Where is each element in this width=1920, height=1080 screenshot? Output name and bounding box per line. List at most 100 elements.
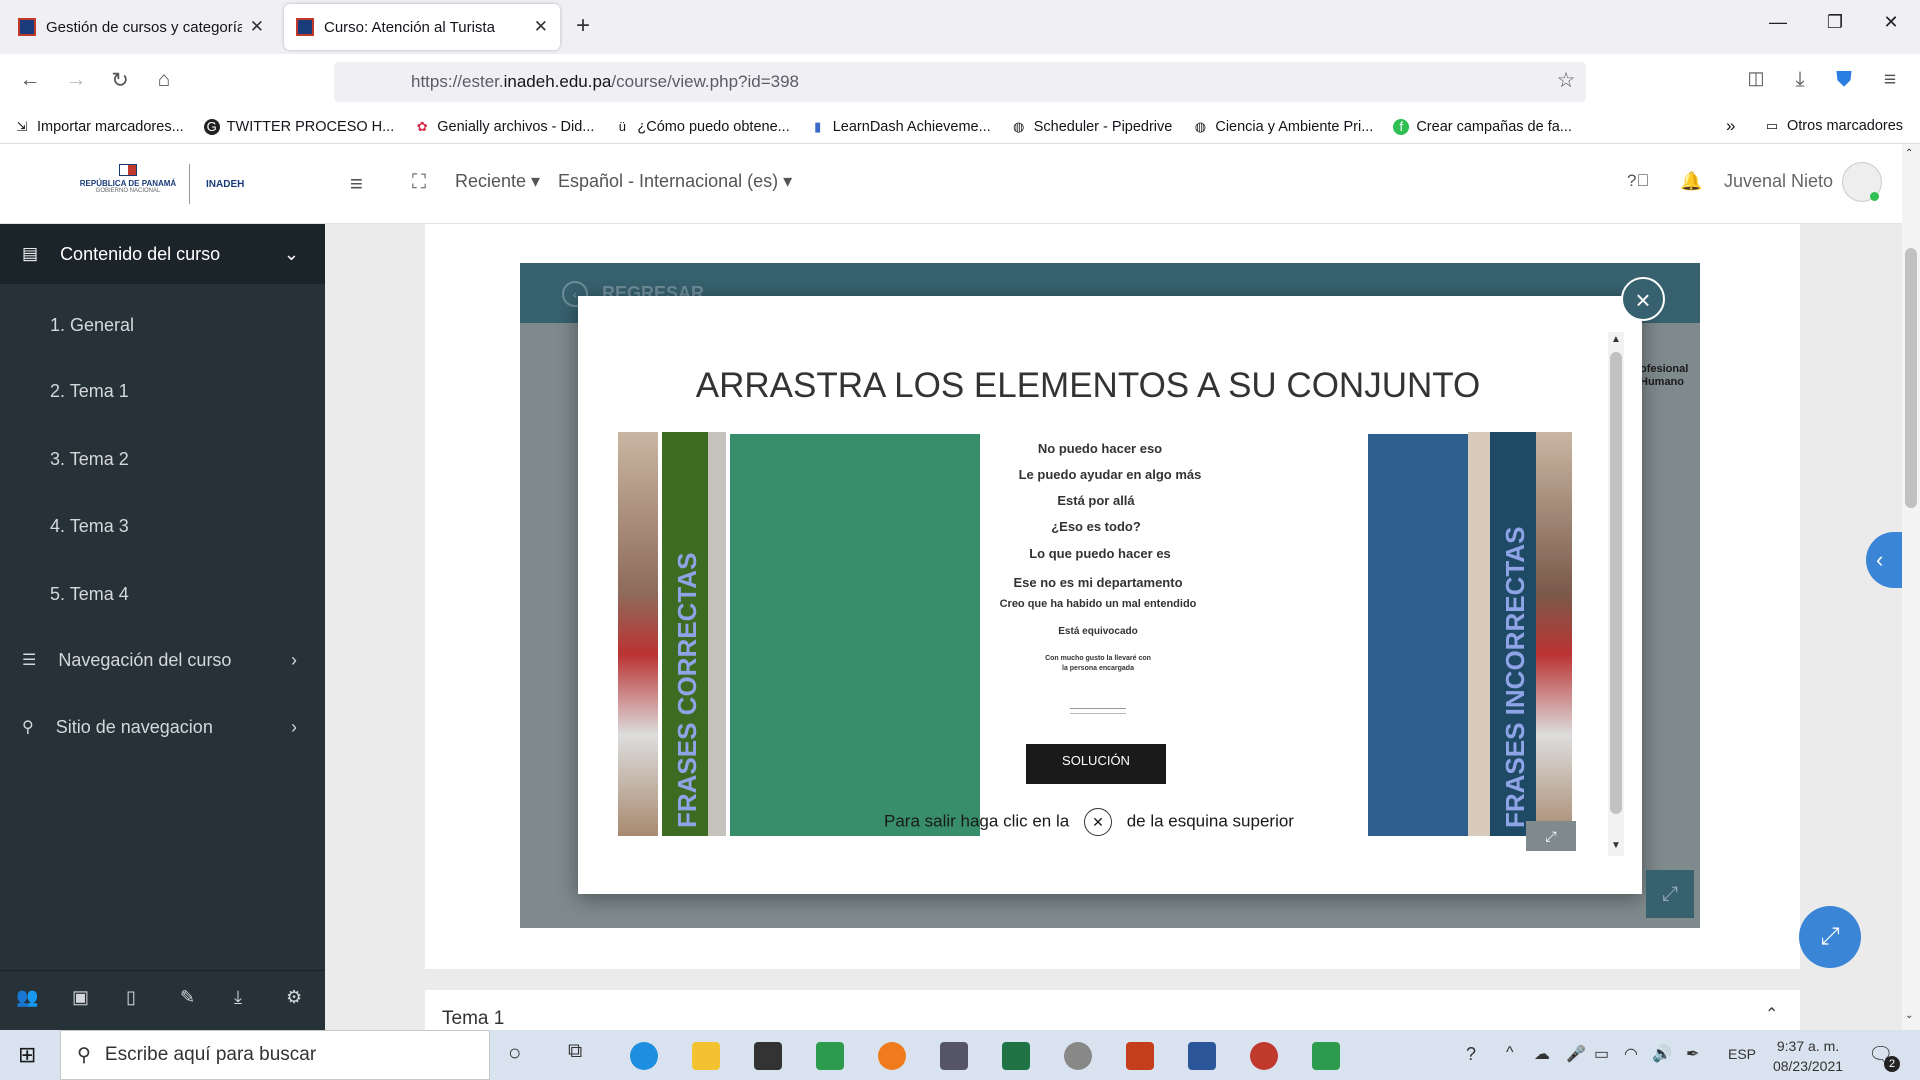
close-tab-icon[interactable]: ✕	[250, 17, 264, 37]
taskbar-search[interactable]: ⚲ Escribe aquí para buscar	[60, 1030, 490, 1080]
edge-icon[interactable]	[630, 1042, 658, 1070]
tab-curso-atencion[interactable]: Curso: Atención al Turista ✕	[284, 4, 560, 50]
reload-icon[interactable]: ↻	[106, 68, 134, 93]
draggable-phrase[interactable]: No puedo hacer eso	[1000, 441, 1200, 456]
sidebar-item-tema4[interactable]: 5. Tema 4	[0, 564, 325, 624]
minimize-icon[interactable]: —	[1763, 12, 1793, 33]
language-indicator[interactable]: ESP	[1728, 1046, 1756, 1062]
url-text[interactable]: https://ester.inadeh.edu.pa/course/view.…	[411, 72, 799, 92]
pen-icon[interactable]: ✒	[1686, 1044, 1699, 1064]
pocket-icon[interactable]: ◫	[1742, 68, 1770, 89]
expand-floating-button[interactable]: ⤢	[1799, 906, 1861, 968]
back-icon[interactable]: ←	[16, 68, 44, 92]
chevron-up-icon[interactable]: ^	[1506, 1044, 1514, 1062]
firefox-icon[interactable]	[878, 1042, 906, 1070]
more-bookmarks-icon[interactable]: »	[1726, 116, 1735, 136]
new-tab-icon[interactable]: +	[576, 12, 590, 40]
modal-scrollbar[interactable]: ▲ ▼	[1608, 332, 1624, 856]
scroll-thumb[interactable]	[1905, 248, 1917, 508]
home-icon[interactable]: ⌂	[150, 68, 178, 92]
pdf-icon[interactable]	[1126, 1042, 1154, 1070]
course-content-toggle[interactable]: ▤ Contenido del curso ⌄	[0, 224, 325, 284]
users-icon[interactable]: 👥	[16, 987, 38, 1008]
help-icon[interactable]: ?	[1466, 1044, 1476, 1065]
recorder-icon[interactable]	[1250, 1042, 1278, 1070]
cortana-icon[interactable]: ○	[508, 1040, 521, 1066]
recent-dropdown[interactable]: Reciente ▾	[455, 171, 540, 192]
bookmark-item[interactable]: G TWITTER PROCESO H...	[203, 118, 394, 135]
fullscreen-icon[interactable]: ⤢	[1646, 870, 1694, 918]
star-icon[interactable]: ☆	[1552, 68, 1580, 93]
panama-logo[interactable]: REPÚBLICA DE PANAMÁ GOBIERNO NACIONAL	[78, 164, 178, 204]
restore-icon[interactable]: ❐	[1820, 12, 1850, 33]
bookmark-item[interactable]: f Crear campañas de fa...	[1393, 118, 1572, 135]
hamburger-icon[interactable]: ≡	[350, 171, 363, 197]
microphone-icon[interactable]: 🎤	[1566, 1044, 1586, 1064]
store-icon[interactable]	[754, 1042, 782, 1070]
app-icon[interactable]	[940, 1042, 968, 1070]
scroll-down-icon[interactable]: ⌄	[1905, 1010, 1913, 1021]
tiny-phrase[interactable]	[1070, 708, 1126, 714]
volume-icon[interactable]: 🔊	[1652, 1044, 1672, 1064]
archive-icon[interactable]: ▣	[72, 987, 89, 1008]
download-icon[interactable]: ⤓	[234, 987, 242, 1008]
bookmark-item[interactable]: ✿ Genially archivos - Did...	[414, 119, 595, 135]
camtasia-icon[interactable]	[1312, 1042, 1340, 1070]
draggable-phrase[interactable]: Está equivocado	[998, 626, 1198, 637]
site-navigation-toggle[interactable]: ⚲ Sitio de navegacion ›	[0, 697, 325, 757]
menu-icon[interactable]: ≡	[1876, 68, 1904, 92]
scroll-thumb[interactable]	[1610, 352, 1622, 814]
bookmark-item[interactable]: ü ¿Cómo puedo obtene...	[614, 119, 790, 135]
bookmark-item[interactable]: ▮ LearnDash Achieveme...	[810, 119, 991, 135]
draggable-phrase[interactable]: Con mucho gusto la llevaré con la persona…	[998, 654, 1198, 674]
page-scrollbar[interactable]: ⌃ ⌄	[1902, 144, 1920, 1030]
bookmark-item[interactable]: ◍ Ciencia y Ambiente Pri...	[1192, 119, 1374, 135]
bookmark-item[interactable]: ◍ Scheduler - Pipedrive	[1011, 119, 1172, 135]
excel-icon[interactable]	[1002, 1042, 1030, 1070]
draggable-phrase[interactable]: Está por allá	[996, 493, 1196, 508]
windows-start-icon[interactable]: ⊞	[18, 1042, 36, 1068]
chevron-up-icon[interactable]: ⌃	[1765, 1004, 1778, 1024]
sidebar-item-tema1[interactable]: 2. Tema 1	[0, 361, 325, 421]
close-tab-icon[interactable]: ✕	[534, 17, 548, 37]
forward-icon[interactable]: →	[62, 68, 90, 92]
draggable-phrase[interactable]: Creo que ha habido un mal entendido	[998, 598, 1198, 610]
incorrect-drop-zone[interactable]	[1368, 434, 1468, 836]
draggable-phrase[interactable]: Ese no es mi departamento	[998, 575, 1198, 590]
solution-button[interactable]: SOLUCIÓN	[1026, 744, 1166, 784]
app-icon[interactable]	[1064, 1042, 1092, 1070]
extension-shield-icon[interactable]: ⛊	[1830, 68, 1858, 92]
inadeh-logo[interactable]: INADEH	[206, 179, 244, 190]
section-title[interactable]: Tema 1	[442, 1008, 504, 1030]
draggable-phrase[interactable]: Lo que puedo hacer es	[1000, 546, 1200, 561]
fullscreen-icon[interactable]: ⛶	[412, 171, 426, 194]
bookmark-item[interactable]: ⇲ Importar marcadores...	[14, 119, 184, 135]
onedrive-icon[interactable]: ☁	[1534, 1044, 1550, 1064]
sidebar-item-general[interactable]: 1. General	[0, 295, 325, 355]
settings-icon[interactable]: ⚙	[286, 987, 302, 1008]
expand-icon[interactable]: ⤢	[1526, 821, 1576, 851]
file-explorer-icon[interactable]	[692, 1042, 720, 1070]
language-dropdown[interactable]: Español - Internacional (es) ▾	[558, 171, 792, 192]
sidebar-item-tema2[interactable]: 3. Tema 2	[0, 429, 325, 489]
correct-drop-zone[interactable]	[730, 434, 980, 836]
bell-icon[interactable]: 🔔	[1680, 171, 1702, 192]
draggable-phrase[interactable]: ¿Eso es todo?	[996, 519, 1196, 534]
scroll-down-icon[interactable]: ▼	[1608, 840, 1624, 851]
scroll-up-icon[interactable]: ▲	[1608, 334, 1624, 345]
battery-icon[interactable]: ▭	[1594, 1044, 1609, 1064]
word-icon[interactable]	[1188, 1042, 1216, 1070]
task-view-icon[interactable]: ⧉	[568, 1040, 582, 1063]
file-icon[interactable]: ▯	[126, 987, 136, 1008]
draggable-phrase[interactable]: Le puedo ayudar en algo más	[1010, 467, 1210, 482]
brush-icon[interactable]: ✎	[180, 987, 195, 1008]
tab-gestion-cursos[interactable]: Gestión de cursos y categorías ✕	[6, 4, 276, 50]
help-icon[interactable]: ?⃝	[1627, 171, 1649, 191]
download-icon[interactable]: ⤓	[1786, 68, 1814, 92]
close-modal-button[interactable]: ×	[1621, 277, 1665, 321]
sidebar-item-tema3[interactable]: 4. Tema 3	[0, 496, 325, 556]
scroll-up-icon[interactable]: ⌃	[1905, 148, 1913, 159]
wifi-icon[interactable]: ◠	[1624, 1044, 1638, 1064]
clock[interactable]: 9:37 a. m. 08/23/2021	[1768, 1036, 1848, 1076]
window-close-icon[interactable]: ✕	[1876, 12, 1906, 33]
